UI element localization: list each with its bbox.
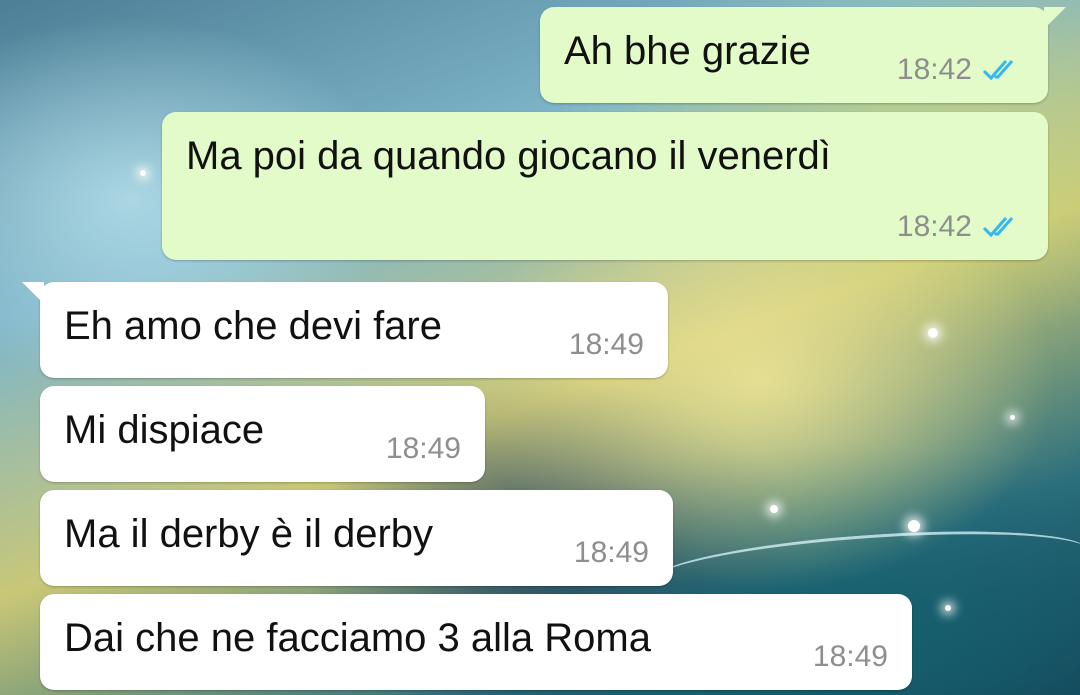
bubble-tail [1044, 7, 1066, 29]
message-time: 18:49 [812, 640, 888, 673]
message-text: Ma il derby è il derby [64, 512, 434, 556]
wallpaper-sparkle [945, 605, 951, 611]
wallpaper-sparkle [928, 328, 938, 338]
message-text: Ma poi da quando giocano il venerdì [186, 134, 831, 178]
wallpaper-sparkle [1010, 415, 1015, 420]
message-bubble-incoming[interactable]: Dai che ne facciamo 3 alla Roma 18:49 [40, 594, 912, 690]
message-bubble-incoming[interactable]: Ma il derby è il derby 18:49 [40, 490, 673, 586]
message-meta: 18:49 [569, 330, 644, 360]
message-meta: 18:49 [813, 642, 888, 672]
message-time: 18:49 [385, 432, 461, 465]
wallpaper-sparkle [770, 505, 778, 513]
message-bubble-incoming[interactable]: Eh amo che devi fare 18:49 [22, 282, 668, 378]
message-time: 18:42 [896, 53, 972, 86]
message-time: 18:49 [568, 328, 644, 361]
message-text: Ah bhe grazie [564, 29, 811, 73]
message-meta: 18:42 [897, 55, 1024, 85]
wallpaper-sparkle [908, 520, 920, 532]
double-check-read-icon [982, 217, 1014, 238]
message-text: Mi dispiace [64, 408, 265, 452]
double-check-read-icon [982, 60, 1014, 81]
message-bubble-outgoing[interactable]: Ah bhe grazie 18:42 [540, 7, 1066, 103]
message-meta: 18:49 [574, 538, 649, 568]
message-text: Dai che ne facciamo 3 alla Roma [64, 616, 651, 660]
bubble-tail [22, 282, 44, 304]
message-bubble-incoming[interactable]: Mi dispiace 18:49 [40, 386, 485, 482]
message-meta: 18:42 [897, 212, 1024, 242]
message-meta: 18:49 [386, 434, 461, 464]
message-text: Eh amo che devi fare [64, 304, 442, 348]
message-bubble-outgoing[interactable]: Ma poi da quando giocano il venerdì 18:4… [162, 112, 1048, 260]
message-time: 18:49 [573, 536, 649, 569]
message-time: 18:42 [896, 210, 972, 243]
wallpaper-sparkle [140, 170, 146, 176]
